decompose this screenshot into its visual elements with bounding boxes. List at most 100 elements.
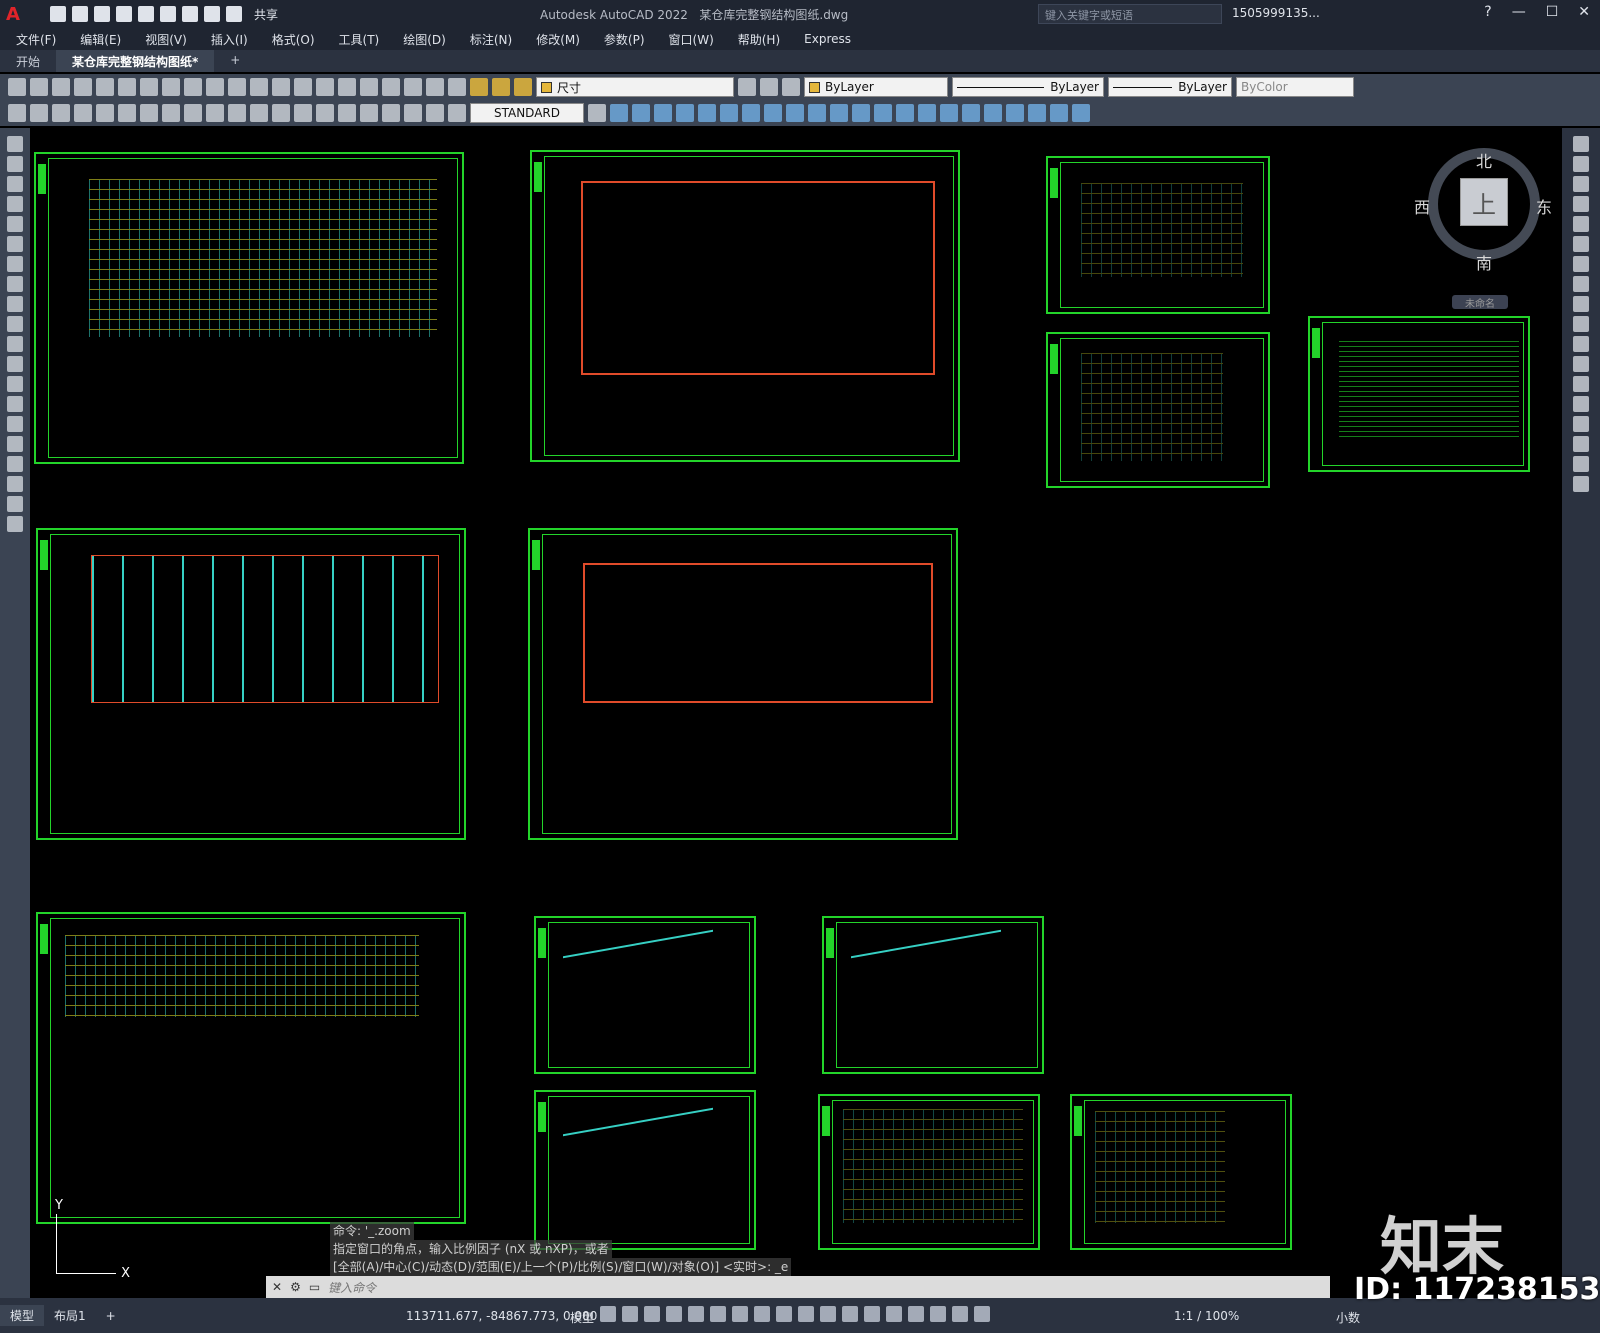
shell-icon[interactable] xyxy=(962,104,980,122)
copy-icon[interactable] xyxy=(140,78,158,96)
selection-filter-icon[interactable] xyxy=(886,1306,902,1322)
extend-icon[interactable] xyxy=(1573,336,1589,352)
break-object-icon[interactable] xyxy=(1573,376,1589,392)
design-center-icon[interactable] xyxy=(338,78,356,96)
transparency-icon[interactable] xyxy=(798,1306,814,1322)
inspect-icon[interactable] xyxy=(360,104,378,122)
redo-icon[interactable] xyxy=(228,78,246,96)
auto-scale-icon[interactable] xyxy=(952,1306,968,1322)
angular-icon[interactable] xyxy=(184,104,202,122)
polyline-icon[interactable] xyxy=(7,176,23,192)
loft-icon[interactable] xyxy=(830,104,848,122)
undo-icon[interactable] xyxy=(206,78,224,96)
drawing-sheet-roof-plan[interactable] xyxy=(34,152,464,464)
close-command-icon[interactable]: ✕ xyxy=(272,1280,282,1294)
rotate-icon[interactable] xyxy=(1573,256,1589,272)
undo-icon[interactable] xyxy=(204,6,220,22)
new-icon[interactable] xyxy=(8,78,26,96)
revision-cloud-icon[interactable] xyxy=(7,276,23,292)
open-file-icon[interactable] xyxy=(72,6,88,22)
dim-text-edit-icon[interactable] xyxy=(426,104,444,122)
solid-cylinder-icon[interactable] xyxy=(632,104,650,122)
open-icon[interactable] xyxy=(30,78,48,96)
preview-icon[interactable] xyxy=(96,78,114,96)
customize-icon[interactable]: ⚙ xyxy=(290,1280,301,1294)
save-icon[interactable] xyxy=(94,6,110,22)
help-icon[interactable] xyxy=(448,78,466,96)
jogged-linear-icon[interactable] xyxy=(382,104,400,122)
drawing-sheet-column-plan[interactable] xyxy=(530,150,960,462)
dim-style-icon[interactable] xyxy=(588,104,606,122)
sweep-icon[interactable] xyxy=(808,104,826,122)
tab-add[interactable]: + xyxy=(214,50,256,72)
aligned-dim-icon[interactable] xyxy=(52,104,70,122)
workspace-icon[interactable] xyxy=(8,104,26,122)
radius-icon[interactable] xyxy=(118,104,136,122)
insert-block-icon[interactable] xyxy=(7,356,23,372)
infer-icon[interactable] xyxy=(644,1306,660,1322)
ordinate-icon[interactable] xyxy=(96,104,114,122)
annotation-visibility-icon[interactable] xyxy=(930,1306,946,1322)
center-mark-icon[interactable] xyxy=(338,104,356,122)
stretch-icon[interactable] xyxy=(1573,296,1589,312)
menu-dimension[interactable]: 标注(N) xyxy=(470,31,512,48)
tab-model[interactable]: 模型 xyxy=(0,1305,45,1326)
slice-icon[interactable] xyxy=(918,104,936,122)
drawing-sheet-elevations[interactable] xyxy=(36,912,466,1224)
drawing-sheet-frame-b[interactable] xyxy=(822,916,1044,1074)
lineweight-icon[interactable] xyxy=(776,1306,792,1322)
join-icon[interactable] xyxy=(1573,396,1589,412)
share-button[interactable]: 共享 xyxy=(254,6,278,23)
menu-view[interactable]: 视图(V) xyxy=(145,31,187,48)
scale-icon[interactable] xyxy=(1573,276,1589,292)
menu-draw[interactable]: 绘图(D) xyxy=(403,31,446,48)
layer-lock-icon[interactable] xyxy=(514,78,532,96)
erase-icon[interactable] xyxy=(1573,136,1589,152)
zoom-window-icon[interactable] xyxy=(294,78,312,96)
menu-help[interactable]: 帮助(H) xyxy=(738,31,780,48)
drawing-sheet-purlin-details[interactable] xyxy=(818,1094,1040,1250)
recent-commands-icon[interactable]: ▭ xyxy=(309,1280,320,1294)
redo-icon[interactable] xyxy=(226,6,242,22)
solid-cone-icon[interactable] xyxy=(654,104,672,122)
quick-dim-icon[interactable] xyxy=(206,104,224,122)
intersect-icon[interactable] xyxy=(896,104,914,122)
solid-sphere-icon[interactable] xyxy=(676,104,694,122)
dimstyle-dropdown[interactable]: STANDARD xyxy=(470,103,584,123)
circle-icon[interactable] xyxy=(7,256,23,272)
drawing-sheet-frame-a[interactable] xyxy=(534,916,756,1074)
construction-line-icon[interactable] xyxy=(7,156,23,172)
tab-add-layout[interactable]: + xyxy=(96,1307,126,1325)
help-icon[interactable]: ? xyxy=(1484,4,1491,20)
viewcube-south[interactable]: 南 xyxy=(1476,250,1492,274)
3d-rotate-icon[interactable] xyxy=(1028,104,1046,122)
viewcube-east[interactable]: 东 xyxy=(1536,194,1552,218)
arc-length-icon[interactable] xyxy=(74,104,92,122)
search-input[interactable]: 键入关键字或短语 xyxy=(1038,4,1222,24)
dim-update-icon[interactable] xyxy=(448,104,466,122)
ellipse-icon[interactable] xyxy=(7,316,23,332)
calculator-icon[interactable] xyxy=(426,78,444,96)
array-icon[interactable] xyxy=(1573,216,1589,232)
ortho-icon[interactable] xyxy=(666,1306,682,1322)
extrude-icon[interactable] xyxy=(764,104,782,122)
solid-torus-icon[interactable] xyxy=(742,104,760,122)
rectangle-icon[interactable] xyxy=(7,216,23,232)
coordinate-readout[interactable]: 113711.677, -84867.773, 0.000 xyxy=(406,1309,597,1323)
open-web-icon[interactable] xyxy=(138,6,154,22)
tab-layout1[interactable]: 布局1 xyxy=(44,1305,96,1326)
3d-osnap-icon[interactable] xyxy=(842,1306,858,1322)
space-icon[interactable] xyxy=(272,104,290,122)
blend-icon[interactable] xyxy=(1573,456,1589,472)
zoom-realtime-icon[interactable] xyxy=(272,78,290,96)
isodraft-icon[interactable] xyxy=(710,1306,726,1322)
menu-parametric[interactable]: 参数(P) xyxy=(604,31,645,48)
tab-drawing[interactable]: 某仓库完整钢结构图纸* xyxy=(56,50,215,72)
menu-express[interactable]: Express xyxy=(804,32,851,46)
add-selected-icon[interactable] xyxy=(7,516,23,532)
fillet-icon[interactable] xyxy=(1573,436,1589,452)
annotation-scale-icon[interactable] xyxy=(974,1306,990,1322)
viewcube[interactable]: 上 北 南 东 西 xyxy=(1414,148,1552,273)
dynamic-ucs-icon[interactable] xyxy=(864,1306,880,1322)
revolve-icon[interactable] xyxy=(786,104,804,122)
